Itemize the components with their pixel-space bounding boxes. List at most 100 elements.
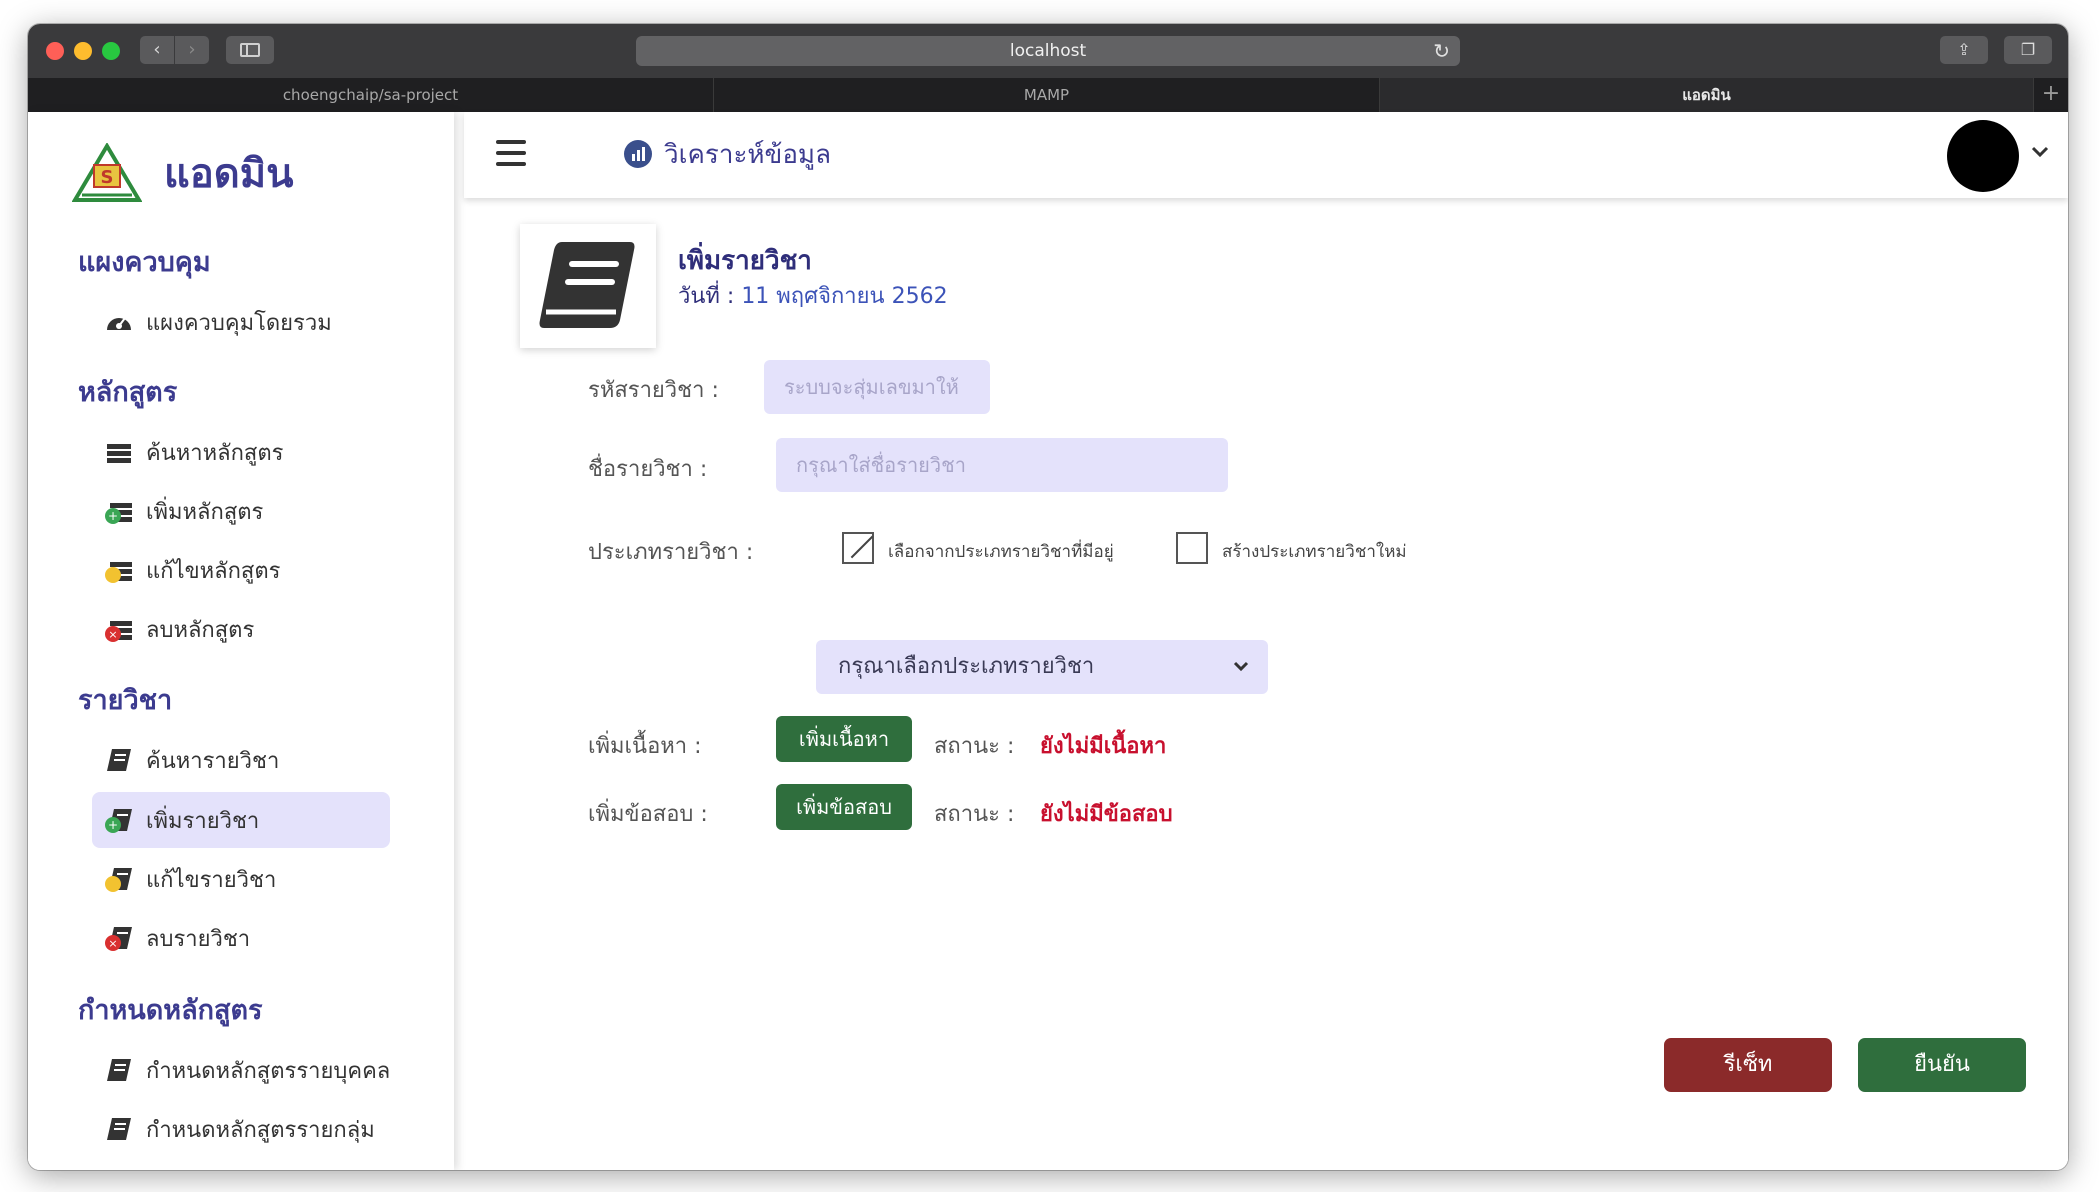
date-value: 11 พฤศจิกายน 2562: [741, 284, 948, 309]
sidebar-item-label: แก้ไขรายวิชา: [146, 867, 277, 893]
sidebar-item-delete-course[interactable]: × ลบหลักสูตร: [92, 601, 390, 657]
share-icon: ⇪: [1957, 40, 1971, 59]
svg-text:×: ×: [108, 937, 117, 950]
page-title: เพิ่มรายวิชา: [678, 246, 812, 276]
app: S แอดมิน แผงควบคุม แผงควบคุมโดยรวม หลักส…: [28, 112, 2068, 1170]
avatar[interactable]: [1947, 120, 2019, 192]
add-content-label: เพิ่มเนื้อหา :: [588, 734, 702, 759]
sidebar-item-add-course[interactable]: + เพิ่มหลักสูตร: [92, 483, 390, 539]
sidebar-item-label: ลบหลักสูตร: [146, 617, 255, 643]
subject-type-label: ประเภทรายวิชา :: [588, 540, 754, 565]
subject-type-select[interactable]: กรุณาเลือกประเภทรายวิชา: [816, 640, 1268, 694]
add-subject-icon: +: [104, 806, 134, 834]
book-icon: [104, 1115, 134, 1143]
course-stack-icon: [104, 438, 134, 466]
dashboard-gauge-icon: [104, 308, 134, 336]
browser-tab[interactable]: MAMP: [714, 78, 1380, 112]
sidebar-item-label: กำหนดหลักสูตรรายกลุ่ม: [146, 1117, 375, 1143]
section-title-courses: หลักสูตร: [78, 377, 178, 408]
brand: S แอดมิน: [72, 140, 294, 206]
add-content-button[interactable]: เพิ่มเนื้อหา: [776, 716, 912, 762]
reset-button[interactable]: รีเซ็ท: [1664, 1038, 1832, 1092]
sidebar-item-search-subject[interactable]: ค้นหารายวิชา: [92, 732, 390, 788]
back-button[interactable]: ‹: [140, 36, 174, 64]
chevron-left-icon: ‹: [153, 39, 161, 60]
edit-subject-icon: [104, 865, 134, 893]
hamburger-menu-icon[interactable]: [496, 140, 526, 166]
type-new-checkbox[interactable]: [1176, 532, 1208, 564]
subject-name-label: ชื่อรายวิชา :: [588, 457, 708, 482]
url-text: localhost: [1009, 41, 1087, 61]
analytics-icon: [624, 140, 652, 168]
browser-titlebar: ‹ › localhost ↻ ⇪ ❐: [28, 24, 2068, 78]
topbar-title[interactable]: วิเคราะห์ข้อมูล: [624, 134, 831, 174]
delete-course-icon: ×: [104, 615, 134, 643]
sidebar-item-label: ค้นหาหลักสูตร: [146, 440, 284, 466]
date-label: วันที่ :: [678, 284, 735, 309]
add-exam-button[interactable]: เพิ่มข้อสอบ: [776, 784, 912, 830]
book-icon: [104, 1056, 134, 1084]
sidebar-item-edit-subject[interactable]: แก้ไขรายวิชา: [92, 851, 390, 907]
browser-window: ‹ › localhost ↻ ⇪ ❐ choengchaip/sa-proje…: [28, 24, 2068, 1170]
page-header-icon-card: [520, 224, 656, 348]
chevron-down-icon: [1232, 640, 1250, 716]
browser-tab-active[interactable]: แอดมิน: [1380, 78, 2034, 112]
plus-icon: +: [2041, 81, 2061, 106]
browser-sidebar-toggle[interactable]: [226, 36, 274, 64]
show-tabs-button[interactable]: ❐: [2004, 36, 2052, 64]
close-window-button[interactable]: [46, 42, 64, 60]
subject-code-label: รหัสรายวิชา :: [588, 378, 719, 403]
type-existing-label: เลือกจากประเภทรายวิชาที่มีอยู่: [888, 542, 1114, 562]
svg-text:+: +: [108, 818, 118, 832]
sidebar-item-label: กำหนดหลักสูตรรายบุคคล: [146, 1058, 391, 1084]
address-bar[interactable]: localhost ↻: [636, 36, 1460, 66]
section-title-subjects: รายวิชา: [78, 685, 173, 716]
logo-icon: S: [72, 143, 142, 202]
svg-text:×: ×: [108, 628, 117, 641]
brand-title: แอดมิน: [164, 151, 294, 197]
section-title-assign: กำหนดหลักสูตร: [78, 995, 263, 1026]
section-title-dashboard: แผงควบคุม: [78, 247, 211, 278]
main-content: เพิ่มรายวิชา วันที่ : 11 พฤศจิกายน 2562 …: [464, 198, 2068, 1170]
type-new-label: สร้างประเภทรายวิชาใหม่: [1222, 542, 1407, 562]
browser-tabbar: choengchaip/sa-project MAMP แอดมิน +: [28, 78, 2068, 112]
type-existing-checkbox[interactable]: [842, 532, 874, 564]
subject-code-input[interactable]: [764, 360, 990, 414]
sidebar-item-label: เพิ่มรายวิชา: [146, 808, 260, 834]
subject-name-input[interactable]: [776, 438, 1228, 492]
sidebar-item-edit-course[interactable]: แก้ไขหลักสูตร: [92, 542, 390, 598]
sidebar-item-dashboard-overview[interactable]: แผงควบคุมโดยรวม: [92, 294, 390, 350]
topbar: วิเคราะห์ข้อมูล: [464, 112, 2068, 198]
tabs-icon: ❐: [2020, 40, 2036, 59]
browser-tab[interactable]: choengchaip/sa-project: [28, 78, 714, 112]
content-status-label: สถานะ :: [934, 734, 1015, 759]
reload-icon[interactable]: ↻: [1433, 36, 1450, 66]
chevron-right-icon: ›: [188, 39, 196, 60]
sidebar-item-search-course[interactable]: ค้นหาหลักสูตร: [92, 424, 390, 480]
sidebar-item-delete-subject[interactable]: × ลบรายวิชา: [92, 910, 390, 966]
sidebar-item-label: ลบรายวิชา: [146, 926, 251, 952]
exam-status-value: ยังไม่มีข้อสอบ: [1040, 802, 1173, 827]
sidebar-item-assign-individual[interactable]: กำหนดหลักสูตรรายบุคคล: [92, 1042, 390, 1098]
share-button[interactable]: ⇪: [1940, 36, 1988, 64]
sidebar: S แอดมิน แผงควบคุม แผงควบคุมโดยรวม หลักส…: [28, 112, 454, 1170]
sidebar-item-add-subject[interactable]: + เพิ่มรายวิชา: [92, 792, 390, 848]
content-status-value: ยังไม่มีเนื้อหา: [1040, 734, 1167, 759]
minimize-window-button[interactable]: [74, 42, 92, 60]
book-icon: [104, 746, 134, 774]
svg-text:S: S: [101, 167, 114, 188]
edit-course-icon: [104, 556, 134, 584]
sidebar-item-label: แก้ไขหลักสูตร: [146, 558, 281, 584]
sidebar-item-assign-group[interactable]: กำหนดหลักสูตรรายกลุ่ม: [92, 1101, 390, 1157]
page-date: วันที่ : 11 พฤศจิกายน 2562: [678, 278, 948, 313]
delete-subject-icon: ×: [104, 924, 134, 952]
svg-text:+: +: [108, 509, 118, 523]
maximize-window-button[interactable]: [102, 42, 120, 60]
select-value: กรุณาเลือกประเภทรายวิชา: [838, 654, 1095, 679]
book-icon: [539, 242, 635, 328]
new-tab-button[interactable]: +: [2034, 78, 2068, 112]
confirm-button[interactable]: ยืนยัน: [1858, 1038, 2026, 1092]
sidebar-item-label: ค้นหารายวิชา: [146, 748, 280, 774]
chevron-down-icon[interactable]: [2030, 140, 2050, 164]
forward-button[interactable]: ›: [175, 36, 209, 64]
